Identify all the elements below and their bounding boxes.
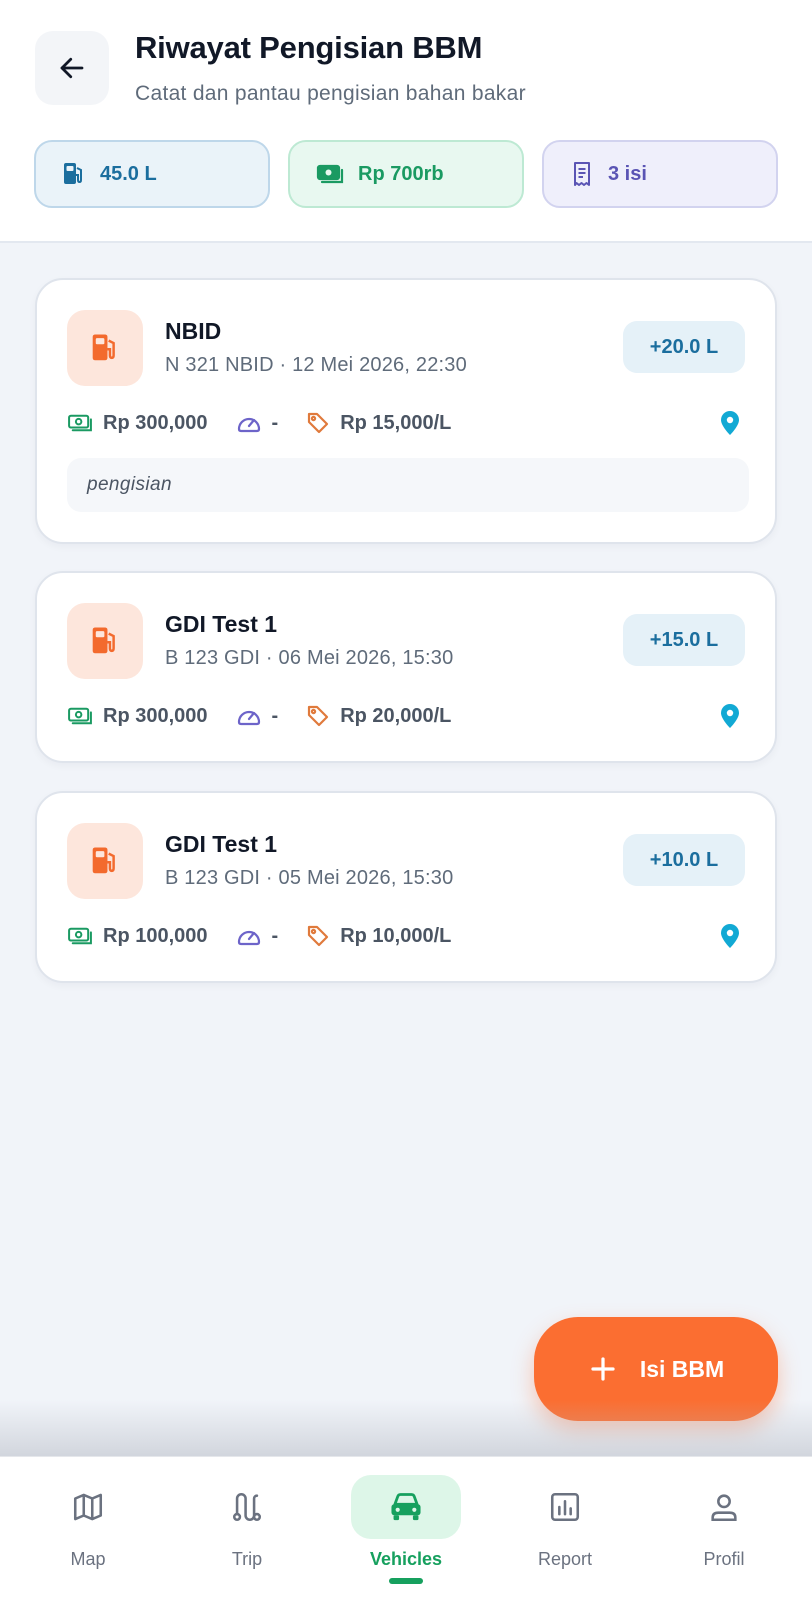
receipt-icon [574,162,590,186]
map-icon [73,1493,103,1521]
odometer-value: - [271,924,279,947]
summary-count-value: 3 isi [608,162,647,185]
odometer-value: - [271,704,279,727]
active-tab-indicator [389,1578,423,1584]
fuel-record-card[interactable]: GDI Test 1 B 123 GDI · 06 Mei 2026, 15:3… [35,571,777,763]
record-details: N 321 NBID · 12 Mei 2026, 22:30 [165,354,467,376]
bottom-nav: Map Trip Vehicles Report Profil [0,1456,812,1600]
price-per-liter: Rp 10,000/L [340,924,452,947]
record-details: B 123 GDI · 05 Mei 2026, 15:30 [165,867,454,889]
plus-icon [591,1357,615,1381]
cost-meta: Rp 300,000 [67,705,208,728]
nav-item-map[interactable]: Map [28,1475,148,1585]
arrow-left-icon [60,57,84,79]
price-per-liter: Rp 15,000/L [340,411,452,434]
nav-label-trip: Trip [231,1549,263,1569]
location-pin-icon[interactable] [719,410,741,436]
record-meta-row: Rp 300,000 - Rp 20,000/L [67,701,745,731]
odometer-meta: - [236,924,279,948]
price-tag-icon [308,925,329,947]
record-meta-row: Rp 300,000 - Rp 15,000/L [67,408,745,438]
odometer-meta: - [236,411,279,435]
nav-label-map: Map [70,1549,106,1569]
cost-value: Rp 300,000 [103,411,208,434]
price-meta: Rp 20,000/L [306,704,451,728]
liters-badge: +15.0 L [623,614,745,666]
money-icon [68,927,92,945]
user-icon [711,1494,737,1522]
liters-badge: +10.0 L [623,834,745,886]
money-icon [68,414,92,432]
money-icon [68,707,92,725]
fuel-record-card[interactable]: GDI Test 1 B 123 GDI · 05 Mei 2026, 15:3… [35,791,777,983]
record-meta-row: Rp 100,000 - Rp 10,000/L [67,921,745,951]
price-meta: Rp 15,000/L [306,411,451,435]
page-subtitle: Catat dan pantau pengisian bahan bakar [135,82,526,105]
fuel-pump-icon [92,334,115,361]
summary-count-chip: 3 isi [542,140,778,208]
price-per-liter: Rp 20,000/L [340,704,452,727]
location-pin-icon[interactable] [719,923,741,949]
price-tag-icon [308,412,329,434]
summary-cost-value: Rp 700rb [358,162,444,185]
car-icon [391,1493,421,1521]
nav-label-report: Report [537,1549,593,1569]
cost-value: Rp 300,000 [103,704,208,727]
fuel-record-card[interactable]: NBID N 321 NBID · 12 Mei 2026, 22:30 +20… [35,278,777,544]
vehicle-name: GDI Test 1 [165,611,278,637]
nav-item-trip[interactable]: Trip [187,1475,307,1585]
nav-item-profil[interactable]: Profil [664,1475,784,1585]
record-note: pengisian [67,458,749,512]
page-title: Riwayat Pengisian BBM [135,30,483,65]
speedometer-icon [237,417,260,433]
route-icon [232,1492,262,1522]
cost-meta: Rp 300,000 [67,412,208,435]
summary-cost-chip: Rp 700rb [288,140,524,208]
location-pin-icon[interactable] [719,703,741,729]
summary-liters-value: 45.0 L [100,162,157,185]
money-icon [316,164,344,184]
add-fuel-label: Isi BBM [639,1355,725,1382]
vehicle-name: NBID [165,318,222,344]
cost-value: Rp 100,000 [103,924,208,947]
nav-shadow [0,1400,812,1460]
nav-item-report[interactable]: Report [505,1475,625,1585]
header: Riwayat Pengisian BBM Catat dan pantau p… [0,0,812,243]
nav-label-profil: Profil [703,1549,745,1569]
vehicle-name: GDI Test 1 [165,831,278,857]
card-fuel-icon-box [67,823,143,899]
cost-meta: Rp 100,000 [67,925,208,948]
nav-label-vehicles: Vehicles [369,1549,443,1569]
fuel-pump-icon [92,847,115,874]
price-tag-icon [308,705,329,727]
price-meta: Rp 10,000/L [306,924,451,948]
speedometer-icon [237,930,260,946]
speedometer-icon [237,710,260,726]
bar-chart-icon [550,1492,580,1522]
card-fuel-icon-box [67,310,143,386]
record-details: B 123 GDI · 06 Mei 2026, 15:30 [165,647,454,669]
fuel-pump-icon [64,163,82,184]
summary-liters-chip: 45.0 L [34,140,270,208]
odometer-meta: - [236,704,279,728]
card-fuel-icon-box [67,603,143,679]
odometer-value: - [271,411,279,434]
nav-item-vehicles[interactable]: Vehicles [346,1475,466,1585]
liters-badge: +20.0 L [623,321,745,373]
fuel-pump-icon [92,627,115,654]
back-button[interactable] [35,31,109,105]
